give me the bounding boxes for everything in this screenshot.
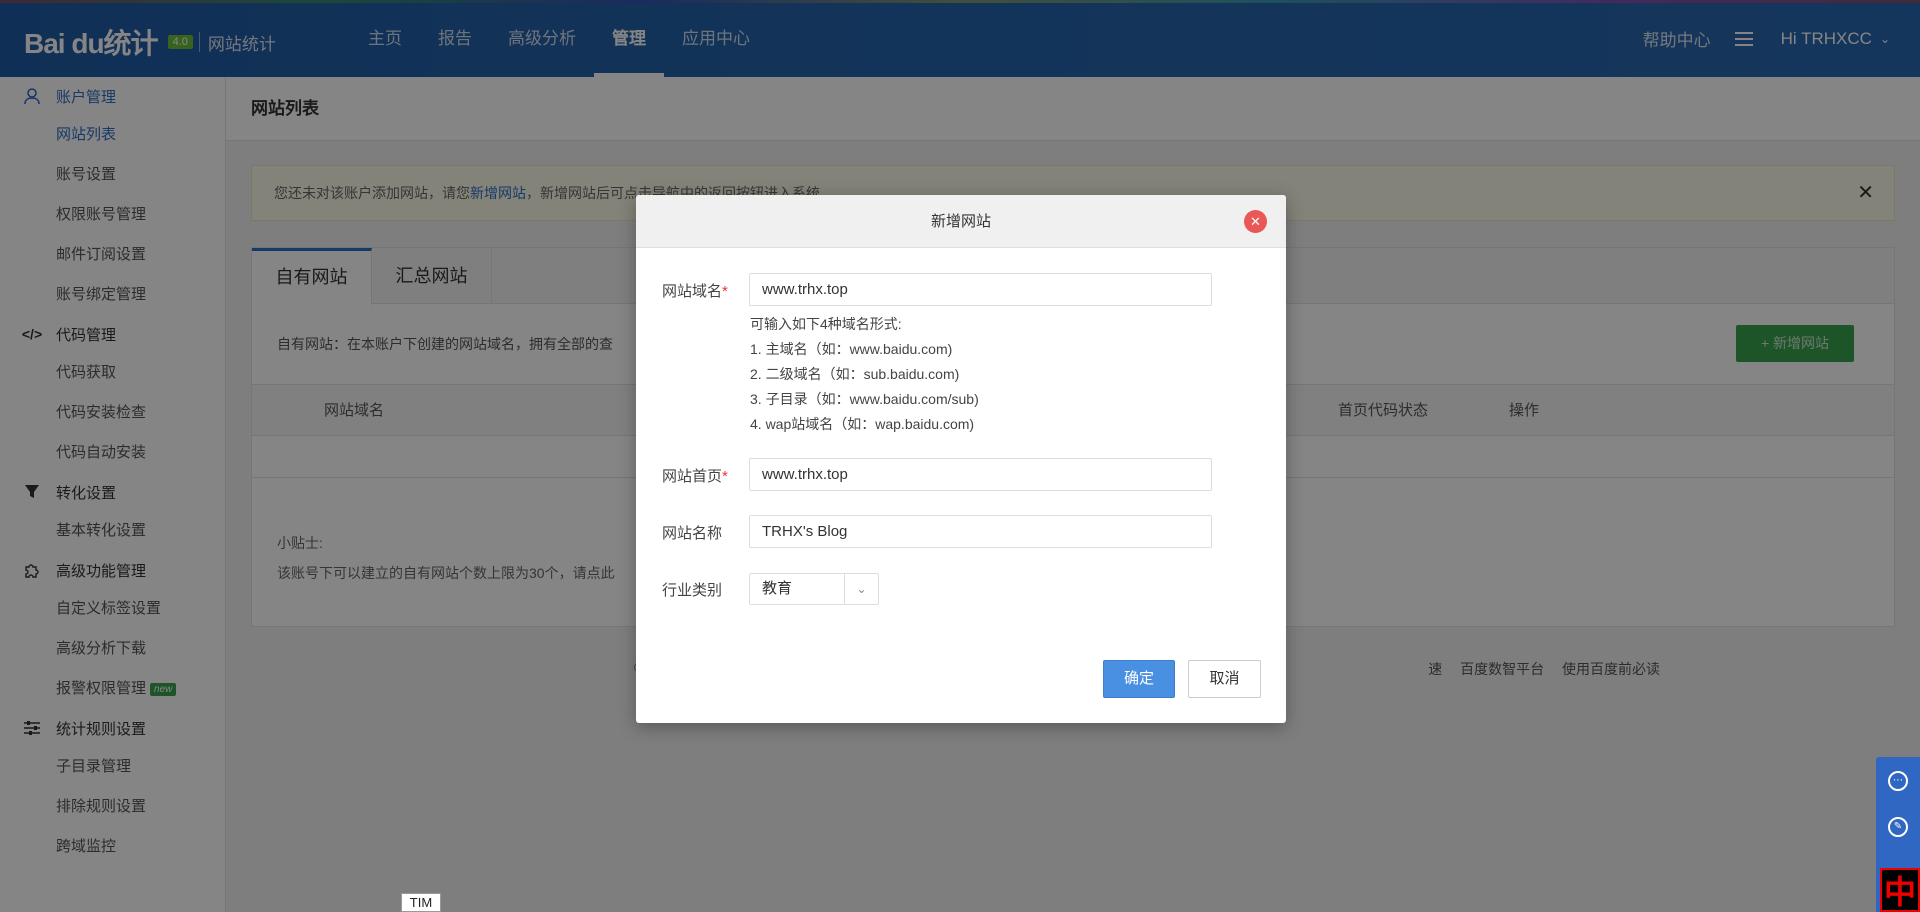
hint-item: 2. 二级域名（如：sub.baidu.com)	[750, 366, 960, 382]
domain-hints: 可输入如下4种域名形式: 1. 主域名（如：www.baidu.com) 2. …	[750, 312, 979, 437]
hint-item: 3. 子目录（如：www.baidu.com/sub)	[750, 391, 979, 407]
site-name-label: 网站名称	[662, 525, 723, 542]
industry-selected-value: 教育	[762, 580, 793, 597]
confirm-button[interactable]: 确定	[1103, 660, 1175, 698]
industry-select[interactable]: 教育 ⌄	[749, 573, 879, 605]
domain-input[interactable]: www.trhx.top	[749, 273, 1212, 306]
hint-title: 可输入如下4种域名形式:	[750, 316, 902, 332]
close-icon[interactable]: ✕	[1244, 210, 1267, 233]
industry-label: 行业类别	[662, 582, 723, 599]
ime-indicator[interactable]: 中	[1880, 868, 1920, 912]
site-name-input[interactable]: TRHX's Blog	[749, 515, 1212, 548]
chevron-down-icon[interactable]: ⌄	[844, 574, 878, 604]
edit-icon[interactable]: ✎	[1888, 817, 1908, 837]
dialog-title: 新增网站	[930, 213, 991, 230]
tim-tooltip: TIM	[401, 893, 441, 912]
homepage-label: 网站首页*	[662, 468, 728, 485]
hint-item: 1. 主域名（如：www.baidu.com)	[750, 341, 953, 357]
homepage-input[interactable]: www.trhx.top	[749, 458, 1212, 491]
domain-label: 网站域名*	[662, 283, 728, 300]
dialog-header: 新增网站 ✕	[636, 195, 1286, 248]
add-site-dialog: 新增网站 ✕ 网站域名* www.trhx.top 可输入如下4种域名形式: 1…	[636, 195, 1286, 723]
hint-item: 4. wap站域名（如：wap.baidu.com)	[750, 416, 975, 432]
feedback-icon[interactable]: ⋯	[1888, 771, 1908, 791]
cancel-button[interactable]: 取消	[1188, 660, 1261, 698]
